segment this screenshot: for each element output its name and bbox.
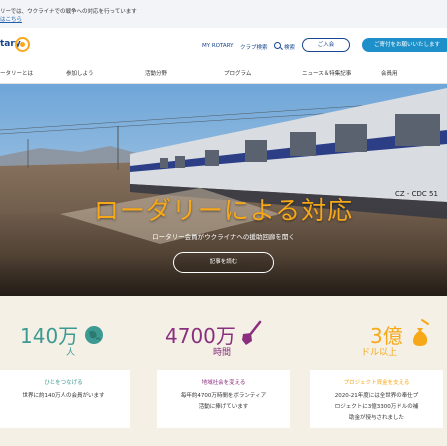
stat-members-heading: ひとをつなげる [44,380,83,386]
stat-members-text: 世界に約140万人の会員がいます [22,393,105,399]
stat-members-unit: 人 [66,348,76,358]
shovel-icon [242,320,262,345]
nav-item-about[interactable]: ータリーとは [0,69,33,77]
nav-item-members[interactable]: 会員用 [381,69,398,77]
nav-item-news[interactable]: ニュース＆特集記事 [302,69,351,77]
stat-hours-text-1: 毎年約4700万時間をボランティア [180,393,267,399]
donate-button[interactable]: ご寄付をお願いいたします [362,38,447,52]
read-article-button[interactable]: 記事を読む [173,252,274,273]
stat-funding-text-3: 助金が授与されました [348,415,404,421]
stat-hours-unit: 時間 [213,348,232,358]
stat-hours-text-2: 活動に捧げています [198,404,249,410]
globe-icon [85,326,103,344]
stat-funding-text-1: 2020-21年度には全世界の奉仕プ [334,393,419,399]
nav-item-get-involved[interactable]: 参加しよう [66,69,94,77]
alert-link[interactable]: はこちら [0,15,22,23]
stat-funding-heading: プロジェクト資金を支える [343,380,410,386]
search-icon[interactable] [274,42,281,49]
alert-banner: リーでは、ウクライナでの戦争への対応を行っています はこちら [0,0,447,28]
alert-text: リーでは、ウクライナでの戦争への対応を行っています [0,9,137,15]
main-nav: ータリーとは 参加しよう 活動分野 プログラム ニュース＆特集記事 会員用 [0,64,447,84]
nav-item-programs[interactable]: プログラム [224,69,251,77]
stat-funding-unit: ドル以上 [361,348,398,358]
search-link[interactable]: 検索 [284,43,295,51]
money-bag-icon [413,319,429,346]
my-rotary-link[interactable]: MY ROTARY [202,43,234,49]
site-header: tary MY ROTARY クラブ検索 検索 ご入会 ご寄付をお願いいたします [0,28,447,64]
rotary-wheel-icon[interactable] [15,37,30,52]
stat-hours-heading: 地域社会を変える [201,380,246,386]
hero-subtitle: ロータリー会員がウクライナへの援助回廊を開く [152,233,295,241]
stat-funding-text-2: ロジェクトに3億3300万ドルの補 [334,404,419,410]
nav-item-causes[interactable]: 活動分野 [145,69,167,77]
club-search-link[interactable]: クラブ検索 [240,43,268,51]
join-button[interactable]: ご入会 [302,38,350,52]
hero-title: ローダリーによる対応 [93,196,354,225]
